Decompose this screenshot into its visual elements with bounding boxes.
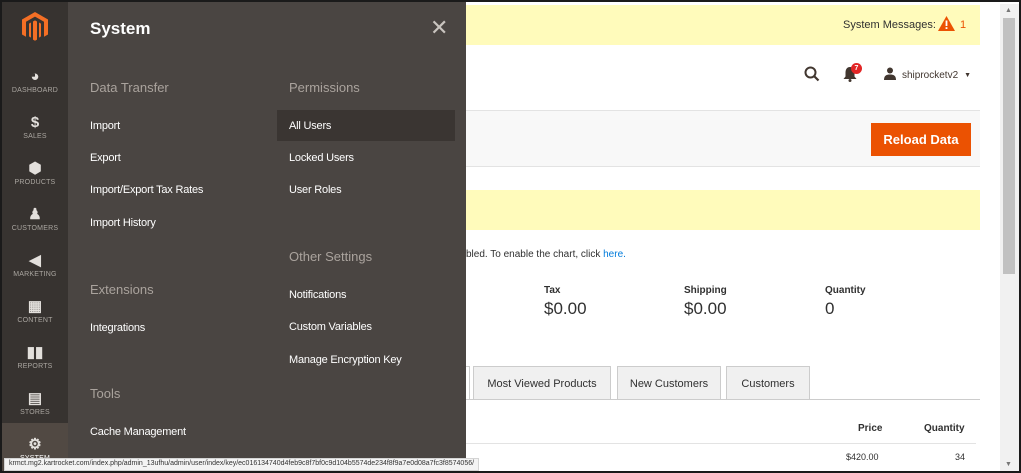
- nav-label: DASHBOARD: [11, 86, 59, 94]
- section-tools: Tools: [90, 386, 121, 401]
- total-label: Quantity: [825, 285, 866, 296]
- chart-message-text: bled. To enable the chart, click: [466, 249, 604, 260]
- tab-new-customers[interactable]: New Customers: [617, 366, 721, 400]
- nav-item-content[interactable]: ▦ CONTENT: [2, 288, 68, 334]
- close-icon[interactable]: ✕: [430, 15, 448, 41]
- menu-link-cache-management[interactable]: Cache Management: [90, 426, 186, 438]
- total-label: Shipping: [684, 285, 727, 296]
- cube-icon: ⬢: [28, 159, 42, 177]
- system-messages-bar: System Messages: 1: [466, 5, 980, 45]
- total-label: Tax: [544, 285, 561, 296]
- scroll-up-icon[interactable]: ▲: [1005, 7, 1012, 14]
- notifications-bell-icon[interactable]: 7: [843, 63, 862, 87]
- notice-bar: [466, 190, 980, 230]
- table-row-divider: [466, 443, 976, 444]
- nav-label: SALES: [23, 132, 47, 140]
- menu-link-locked-users[interactable]: Locked Users: [289, 152, 354, 164]
- system-messages-label: System Messages:: [843, 19, 936, 31]
- section-extensions: Extensions: [90, 282, 154, 297]
- section-other-settings: Other Settings: [289, 249, 373, 264]
- total-shipping: Shipping $0.00: [684, 285, 727, 319]
- nav-item-stores[interactable]: ▤ STORES: [2, 380, 68, 426]
- warning-icon[interactable]: [938, 16, 955, 36]
- user-account-menu[interactable]: shiprocketv2 ▼: [884, 67, 971, 83]
- tab-most-viewed-products[interactable]: Most Viewed Products: [473, 366, 611, 400]
- menu-link-custom-variables[interactable]: Custom Variables: [289, 321, 372, 333]
- dollar-icon: $: [30, 113, 40, 131]
- gear-icon: ⚙: [28, 435, 42, 453]
- dashboard-main: System Messages: 1 7 shiprocketv2 ▼ Relo…: [466, 2, 1002, 471]
- nav-label: STORES: [20, 408, 50, 416]
- total-tax: Tax $0.00: [544, 285, 587, 319]
- nav-item-reports[interactable]: ▮▮ REPORTS: [2, 334, 68, 380]
- reload-data-button[interactable]: Reload Data: [871, 123, 971, 156]
- flyout-title: System: [90, 19, 151, 38]
- nav-item-marketing[interactable]: ◀ MARKETING: [2, 242, 68, 288]
- nav-label: PRODUCTS: [14, 178, 56, 186]
- nav-label: CONTENT: [17, 316, 53, 324]
- menu-link-all-users[interactable]: All Users: [277, 110, 455, 141]
- username: shiprocketv2: [902, 69, 959, 81]
- cell-quantity: 34: [955, 452, 966, 462]
- search-icon[interactable]: [804, 66, 820, 87]
- magento-logo[interactable]: [2, 2, 68, 52]
- layout-icon: ▦: [27, 297, 43, 315]
- menu-link-integrations[interactable]: Integrations: [90, 322, 145, 334]
- scroll-down-icon[interactable]: ▼: [1005, 461, 1012, 468]
- admin-nav: ◕ DASHBOARD $ SALES ⬢ PRODUCTS ♟ CUSTOME…: [2, 2, 68, 471]
- bar-chart-icon: ▮▮: [26, 343, 44, 361]
- column-header-quantity: Quantity: [924, 423, 965, 434]
- vertical-scrollbar[interactable]: ▲ ▼: [1000, 4, 1019, 471]
- system-messages-count[interactable]: 1: [960, 19, 966, 31]
- tab-active-edge: [466, 366, 470, 400]
- nav-label: MARKETING: [13, 270, 57, 278]
- chart-disabled-message: bled. To enable the chart, click here.: [466, 249, 626, 260]
- enable-chart-link[interactable]: here.: [603, 249, 626, 260]
- menu-link-manage-encryption-key[interactable]: Manage Encryption Key: [289, 354, 402, 366]
- tab-divider: [466, 399, 980, 400]
- menu-link-notifications[interactable]: Notifications: [289, 289, 347, 301]
- browser-frame: ◕ DASHBOARD $ SALES ⬢ PRODUCTS ♟ CUSTOME…: [0, 0, 1021, 473]
- total-value: 0: [825, 299, 835, 318]
- column-header-price: Price: [858, 423, 883, 434]
- nav-item-sales[interactable]: $ SALES: [2, 104, 68, 150]
- menu-link-import[interactable]: Import: [90, 120, 120, 132]
- total-value: $0.00: [684, 299, 727, 318]
- status-bar-url: krmct.mg2.kartrocket.com/index.php/admin…: [4, 458, 480, 471]
- person-icon: ♟: [28, 205, 42, 223]
- dashboard-icon: ◕: [30, 67, 40, 85]
- menu-link-export[interactable]: Export: [90, 152, 121, 164]
- section-permissions: Permissions: [289, 80, 360, 95]
- total-quantity: Quantity 0: [825, 285, 866, 319]
- nav-item-dashboard[interactable]: ◕ DASHBOARD: [2, 58, 68, 104]
- megaphone-icon: ◀: [29, 251, 41, 269]
- menu-link-user-roles[interactable]: User Roles: [289, 184, 342, 196]
- store-icon: ▤: [27, 389, 43, 407]
- chevron-down-icon: ▼: [964, 71, 972, 79]
- system-flyout-menu: System ✕ Data Transfer Import Export Imp…: [68, 2, 466, 471]
- cell-price: $420.00: [846, 452, 879, 462]
- nav-item-customers[interactable]: ♟ CUSTOMERS: [2, 196, 68, 242]
- nav-label: CUSTOMERS: [11, 224, 59, 232]
- menu-link-import-export-tax-rates[interactable]: Import/Export Tax Rates: [90, 184, 203, 196]
- section-data-transfer: Data Transfer: [90, 80, 169, 95]
- tab-customers[interactable]: Customers: [726, 366, 810, 400]
- scrollbar-thumb[interactable]: [1003, 18, 1015, 274]
- nav-item-products[interactable]: ⬢ PRODUCTS: [2, 150, 68, 196]
- total-value: $0.00: [544, 299, 587, 318]
- notification-count-badge: 7: [851, 63, 862, 74]
- user-icon: [884, 67, 896, 83]
- menu-link-import-history[interactable]: Import History: [90, 217, 156, 229]
- nav-label: REPORTS: [17, 362, 53, 370]
